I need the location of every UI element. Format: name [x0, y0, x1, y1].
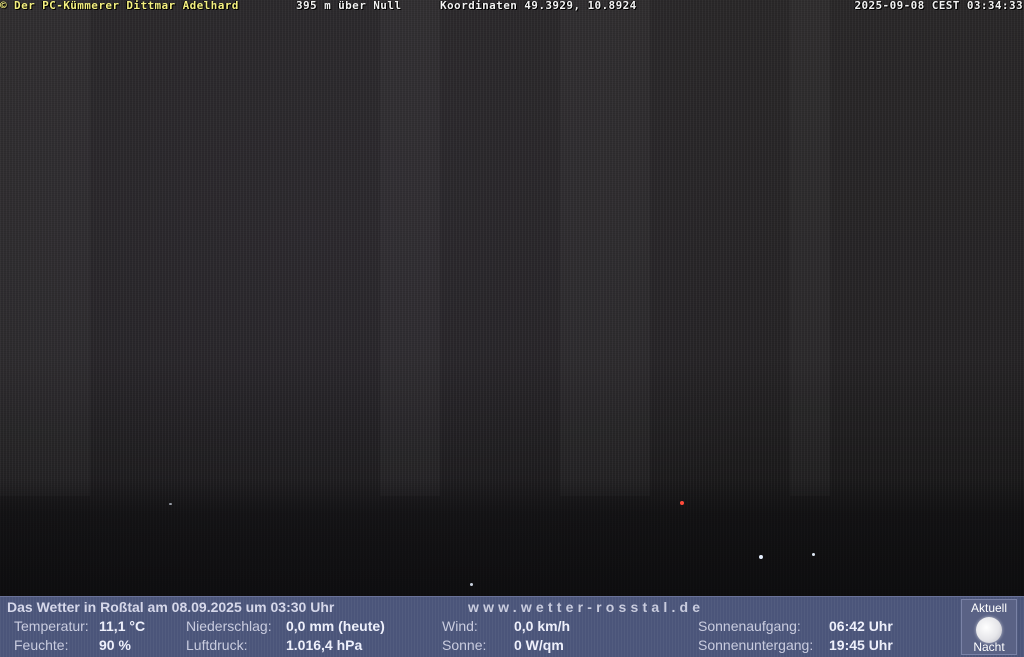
wind-value: 0,0 km/h [514, 618, 571, 634]
sunset-value: 19:45 Uhr [829, 637, 893, 653]
weather-panel: Das Wetter in Roßtal am 08.09.2025 um 03… [0, 596, 1024, 657]
wind-label: Wind: [442, 618, 478, 634]
temperature-value: 11,1 °C [99, 618, 146, 634]
current-label: Aktuell [970, 601, 1008, 615]
pressure-label: Luftdruck: [186, 637, 248, 653]
website-link[interactable]: www.wetter-rosstal.de [468, 599, 704, 615]
temperature-label: Temperatur: [14, 618, 89, 634]
sunrise-value: 06:42 Uhr [829, 618, 893, 634]
sunset-label: Sonnenuntergang: [698, 637, 814, 653]
sun-label: Sonne: [442, 637, 487, 653]
dark-ground [0, 478, 1024, 596]
white-light [169, 503, 172, 505]
camera-info-bar: © Der PC-Kümmerer Dittmar Adelhard 395 m… [0, 0, 1024, 11]
humidity-value: 90 % [99, 637, 131, 653]
white-light [759, 555, 763, 559]
webcam-image [0, 0, 1024, 596]
sunrise-label: Sonnenaufgang: [698, 618, 801, 634]
copyright-text: © Der PC-Kümmerer Dittmar Adelhard [0, 0, 239, 12]
red-light [680, 501, 684, 505]
sun-value: 0 W/qm [514, 637, 564, 653]
elevation-text: 395 m über Null [296, 0, 402, 12]
weather-title: Das Wetter in Roßtal am 08.09.2025 um 03… [7, 599, 335, 615]
precipitation-label: Niederschlag: [186, 618, 272, 634]
coordinates-text: Koordinaten 49.3929, 10.8924 [440, 0, 637, 12]
pressure-value: 1.016,4 hPa [286, 637, 363, 653]
precipitation-value: 0,0 mm (heute) [286, 618, 385, 634]
humidity-label: Feuchte: [14, 637, 69, 653]
white-light [812, 553, 815, 556]
timestamp-text: 2025-09-08 CEST 03:34:33 [854, 0, 1023, 12]
current-conditions-box: Aktuell Nacht [961, 599, 1017, 655]
white-light [470, 583, 473, 586]
night-label: Nacht [973, 640, 1005, 654]
